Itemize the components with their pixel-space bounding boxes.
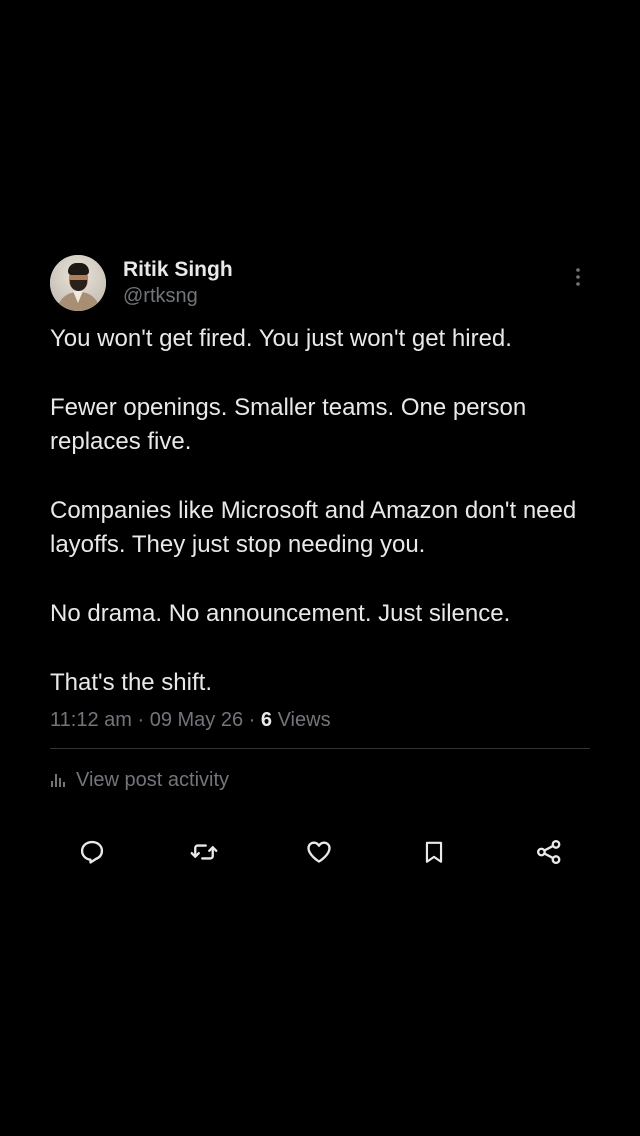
repost-icon: [190, 844, 218, 860]
more-vertical-icon: [576, 268, 580, 286]
author-display-name[interactable]: Ritik Singh: [123, 257, 233, 283]
post-author-row: Ritik Singh @rtksng: [50, 254, 590, 312]
reply-button[interactable]: [74, 834, 110, 870]
meta-separator: ·: [137, 709, 145, 731]
share-button[interactable]: [531, 834, 567, 870]
post-paragraph: Fewer openings. Smaller teams. One perso…: [50, 394, 527, 455]
post-text: You won't get fired. You just won't get …: [50, 322, 590, 700]
post: Ritik Singh @rtksng You won't get fired.…: [50, 254, 590, 793]
reply-icon: [80, 840, 104, 864]
bookmark-icon: [425, 841, 443, 863]
post-paragraph: That's the shift.: [50, 669, 212, 696]
views-label: Views: [277, 709, 331, 731]
author-names: Ritik Singh @rtksng: [123, 257, 233, 309]
avatar[interactable]: [50, 255, 106, 311]
meta-separator: ·: [248, 709, 256, 731]
post-paragraph: Companies like Microsoft and Amazon don'…: [50, 497, 577, 558]
post-paragraph: You won't get fired. You just won't get …: [50, 325, 512, 352]
post-time[interactable]: 11:12 am: [50, 709, 132, 731]
author-handle[interactable]: @rtksng: [123, 283, 233, 309]
analytics-icon: [50, 772, 66, 788]
repost-button[interactable]: [186, 834, 222, 870]
post-paragraph: No drama. No announcement. Just silence.: [50, 600, 511, 627]
post-actions-bar: [50, 834, 590, 870]
like-button[interactable]: [301, 834, 337, 870]
post-date[interactable]: 09 May 26: [150, 709, 243, 731]
view-post-activity-label: View post activity: [76, 769, 230, 791]
bookmark-button[interactable]: [416, 834, 452, 870]
divider: [50, 748, 590, 749]
share-icon: [536, 839, 561, 865]
view-post-activity-link[interactable]: View post activity: [50, 767, 590, 793]
post-metadata: 11:12 am · 09 May 26 · 6 Views: [50, 707, 590, 733]
avatar-hair: [68, 263, 89, 275]
heart-icon: [307, 841, 331, 863]
more-options-button[interactable]: [566, 264, 590, 290]
views-count: 6: [260, 709, 273, 731]
